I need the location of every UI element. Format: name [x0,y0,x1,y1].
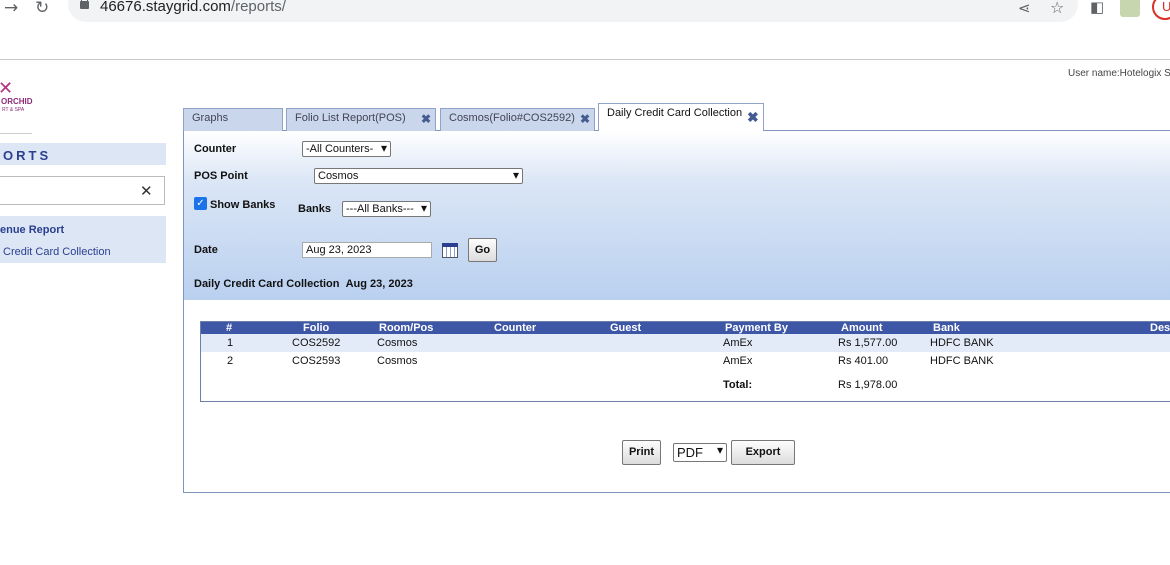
report-title-date: Aug 23, 2023 [345,278,413,290]
clear-search-icon[interactable]: ✕ [140,182,153,200]
show-banks-checkbox[interactable]: ✓ [194,197,207,210]
export-format-value: PDF [677,445,703,460]
pos-point-label: POS Point [194,170,248,182]
cell-amount: Rs 401.00 [838,355,889,367]
tab-cosmos-folio[interactable]: Cosmos(Folio#COS2592) ✖ [440,108,595,131]
column-header-counter: Counter [494,322,537,334]
counter-select[interactable]: -All Counters- [302,141,391,157]
cell-no: 2 [227,355,234,367]
cell-amount: Rs 1,577.00 [838,337,898,349]
report-title: Daily Credit Card Collection Aug 23, 202… [194,278,413,290]
total-label: Total: [723,379,753,391]
collection-table: # Folio Room/Pos Counter Guest Payment B… [200,321,1170,402]
column-header-guest: Guest [610,322,642,334]
report-title-text: Daily Credit Card Collection [194,278,340,290]
show-banks-label: Show Banks [210,199,276,211]
cell-room-pos: Cosmos [377,355,418,367]
tab-graphs[interactable]: Graphs [183,108,283,131]
tab-daily-credit-card-collection[interactable]: Daily Credit Card Collection ✖ [598,103,764,131]
cell-folio: COS2593 [292,355,341,367]
sidebar-heading: ORTS [0,143,166,165]
tab-label: Cosmos(Folio#COS2592) [449,112,575,124]
star-icon[interactable]: ☆ [1050,0,1064,17]
extension-icon[interactable] [1120,0,1140,17]
export-format-select[interactable]: PDF [673,443,727,462]
tab-label: Graphs [192,112,229,124]
tab-close-icon[interactable]: ✖ [421,112,431,126]
column-header-room-pos: Room/Pos [379,322,434,334]
tab-label: Folio List Report(POS) [295,112,406,124]
tab-label: Daily Credit Card Collection [607,107,743,119]
username-label: User name:Hotelogix S [1068,68,1170,79]
calendar-icon[interactable] [442,243,458,258]
banks-label: Banks [298,203,332,215]
column-header-amount: Amount [841,322,883,334]
logo-divider [0,133,32,134]
url-text[interactable]: 46676.staygrid.com/reports/ [100,0,286,15]
tab-close-icon[interactable]: ✖ [580,112,590,126]
cell-folio: COS2592 [292,337,341,349]
pos-point-select-value: Cosmos [318,170,359,182]
counter-label: Counter [194,143,237,155]
sidebar-item-revenue-report[interactable]: enue Report [0,224,64,236]
table-row[interactable]: 2 COS2593 Cosmos AmEx Rs 401.00 HDFC BAN… [201,352,1170,370]
date-label: Date [194,244,218,256]
cell-bank: HDFC BANK [930,337,994,349]
column-header-no: # [226,322,233,334]
cell-payment-by: AmEx [723,337,753,349]
cell-room-pos: Cosmos [377,337,418,349]
logo-subtext: RT & SPA [2,107,25,113]
total-amount: Rs 1,978.00 [838,379,898,391]
column-header-folio: Folio [303,322,330,334]
tab-folio-list-report[interactable]: Folio List Report(POS) ✖ [286,108,436,131]
browser-toolbar: → ↻ 46676.staygrid.com/reports/ ⋖ ☆ ◧ U [0,0,1170,22]
go-button[interactable]: Go [468,238,497,262]
logo-text: ORCHID [1,97,33,106]
reload-icon[interactable]: ↻ [35,0,49,18]
sidebar-item-credit-card-collection[interactable]: Credit Card Collection [3,246,111,258]
arrow-forward-icon[interactable]: → [4,0,18,18]
column-header-description: Des [1150,322,1170,334]
table-header: # Folio Room/Pos Counter Guest Payment B… [201,322,1170,334]
lock-icon[interactable] [80,0,89,9]
banks-select[interactable]: ---All Banks--- [342,201,431,217]
cell-bank: HDFC BANK [930,355,994,367]
tab-close-icon[interactable]: ✖ [747,109,759,126]
share-icon[interactable]: ⋖ [1018,0,1031,17]
header-divider [0,59,1170,60]
banks-select-value: ---All Banks--- [346,203,414,215]
profile-avatar[interactable]: U [1152,0,1170,20]
print-button[interactable]: Print [622,440,661,465]
column-header-payment-by: Payment By [725,322,788,334]
table-row[interactable]: 1 COS2592 Cosmos AmEx Rs 1,577.00 HDFC B… [201,334,1170,352]
column-header-bank: Bank [933,322,960,334]
export-button[interactable]: Export [731,440,795,465]
counter-select-value: -All Counters- [306,143,374,155]
date-input[interactable]: Aug 23, 2023 [302,242,432,258]
side-panel-icon[interactable]: ◧ [1090,0,1104,16]
date-input-value: Aug 23, 2023 [306,244,372,256]
cell-no: 1 [227,337,234,349]
pos-point-select[interactable]: Cosmos [314,168,523,184]
logo-mark-icon: ✕ [0,78,14,98]
cell-payment-by: AmEx [723,355,753,367]
